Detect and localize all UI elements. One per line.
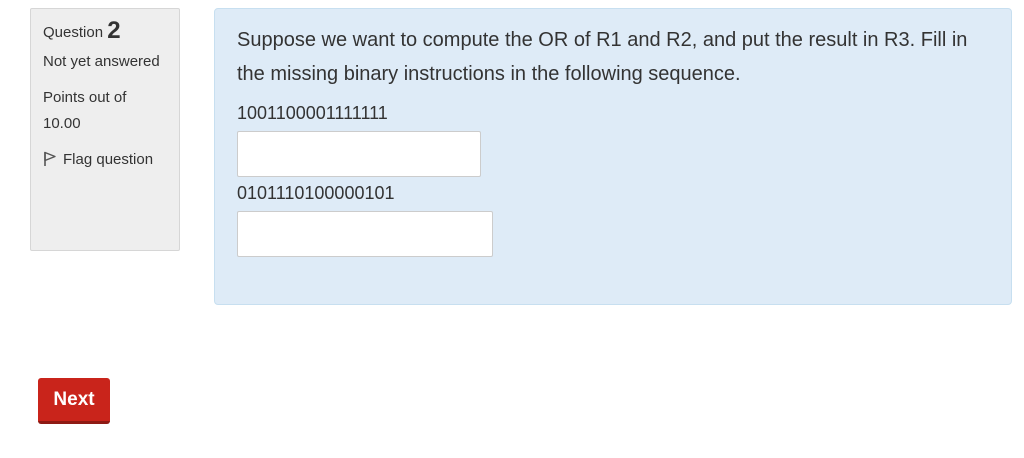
flag-question-toggle[interactable]: Flag question — [43, 147, 167, 173]
binary-instruction-2: 0101110100000101 — [237, 183, 395, 203]
answer-input-1[interactable] — [237, 131, 481, 177]
question-info-panel: Question 2 Not yet answered Points out o… — [30, 8, 180, 251]
question-number-heading: Question 2 — [43, 19, 167, 45]
question-grade: Points out of 10.00 — [43, 89, 127, 132]
next-button[interactable]: Next — [38, 378, 110, 424]
question-state: Not yet answered — [43, 53, 160, 70]
question-number: 2 — [107, 17, 121, 44]
question-label: Question — [43, 24, 104, 41]
flag-icon — [43, 150, 57, 166]
question-text: Suppose we want to compute the OR of R1 … — [237, 29, 968, 85]
binary-instruction-1: 1001100001111111 — [237, 103, 388, 123]
flag-question-label: Flag question — [63, 151, 154, 168]
answer-input-2[interactable] — [237, 211, 493, 257]
question-content-panel: Suppose we want to compute the OR of R1 … — [214, 8, 1012, 305]
